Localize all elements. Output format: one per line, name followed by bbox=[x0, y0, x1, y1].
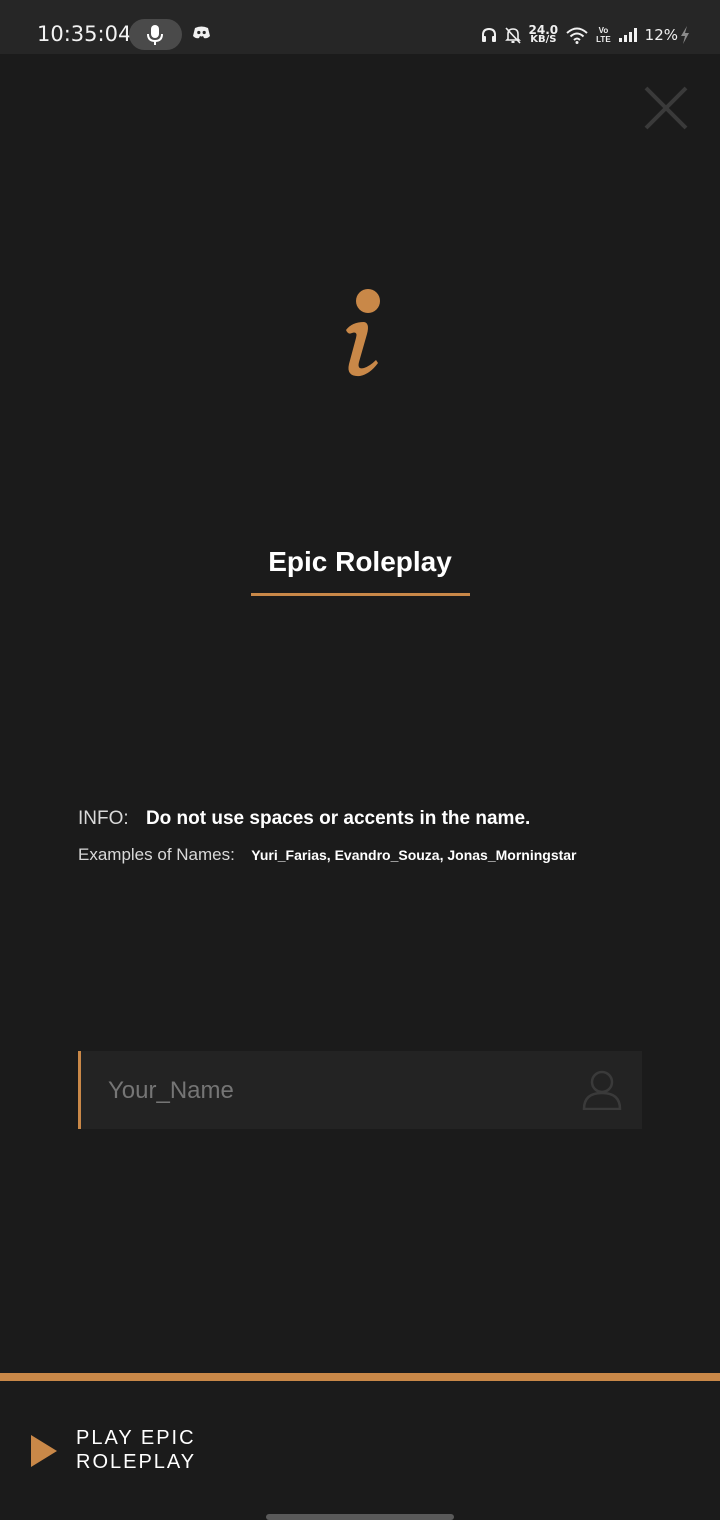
status-time: 10:35:04 bbox=[37, 22, 132, 46]
info-label: INFO: bbox=[78, 808, 129, 829]
volte-indicator: Vo LTE bbox=[596, 26, 611, 44]
title-underline bbox=[251, 593, 470, 596]
close-button[interactable] bbox=[642, 84, 690, 132]
status-icons: 24.0 KB/S Vo LTE 12% bbox=[481, 20, 690, 50]
play-icon bbox=[31, 1435, 57, 1467]
bell-off-icon bbox=[504, 26, 521, 44]
network-speed: 24.0 KB/S bbox=[529, 24, 559, 45]
charging-icon bbox=[681, 26, 689, 44]
home-indicator[interactable] bbox=[266, 1514, 454, 1520]
dialog-title: Epic Roleplay bbox=[268, 546, 452, 577]
network-speed-unit: KB/S bbox=[530, 34, 557, 45]
examples-text: Yuri_Farias, Evandro_Souza, Jonas_Mornin… bbox=[251, 847, 577, 863]
close-icon bbox=[644, 86, 688, 130]
name-field[interactable] bbox=[78, 1051, 642, 1131]
signal-icon bbox=[618, 28, 637, 42]
info-icon bbox=[346, 289, 380, 377]
mic-indicator bbox=[129, 19, 182, 50]
examples-line: Examples of Names: Yuri_Farias, Evandro_… bbox=[78, 845, 577, 865]
discord-icon bbox=[193, 26, 210, 39]
user-icon bbox=[582, 1070, 622, 1110]
bottom-accent-bar bbox=[0, 1373, 720, 1381]
volte-bottom: LTE bbox=[596, 35, 611, 44]
battery-level: 12% bbox=[644, 26, 678, 44]
name-input[interactable] bbox=[106, 1051, 580, 1131]
examples-label: Examples of Names: bbox=[78, 845, 235, 864]
status-bar: 10:35:04 24.0 KB/S Vo LTE 12% bbox=[0, 0, 720, 54]
info-line: INFO: Do not use spaces or accents in th… bbox=[78, 808, 530, 830]
volte-top: Vo bbox=[598, 26, 609, 35]
wifi-icon bbox=[566, 27, 588, 44]
headphones-icon bbox=[481, 27, 496, 42]
info-text: Do not use spaces or accents in the name… bbox=[145, 808, 531, 829]
play-button[interactable]: PLAY EPIC ROLEPLAY bbox=[30, 1426, 230, 1486]
play-label: PLAY EPIC ROLEPLAY bbox=[76, 1427, 197, 1473]
microphone-icon bbox=[147, 25, 163, 45]
